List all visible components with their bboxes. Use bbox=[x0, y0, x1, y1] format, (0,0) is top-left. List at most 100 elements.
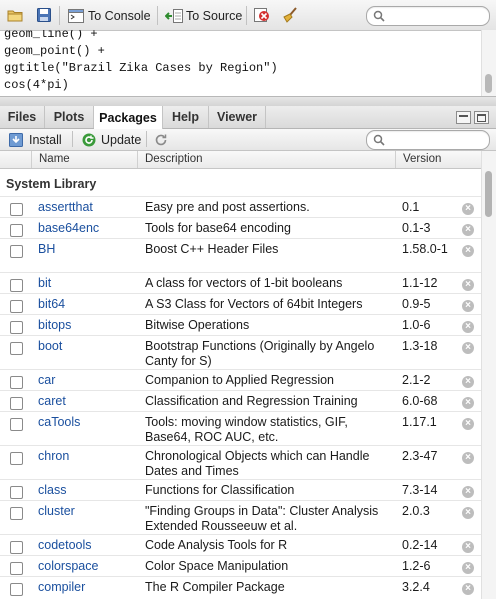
package-load-checkbox[interactable] bbox=[10, 224, 23, 237]
remove-package-icon[interactable]: × bbox=[462, 397, 474, 409]
package-load-checkbox[interactable] bbox=[10, 507, 23, 520]
package-load-checkbox[interactable] bbox=[10, 583, 23, 596]
tab-plots[interactable]: Plots bbox=[45, 106, 94, 128]
broom-clear-icon[interactable] bbox=[282, 7, 298, 23]
package-version: 0.2‑14 bbox=[402, 538, 438, 552]
refresh-icon[interactable] bbox=[153, 132, 169, 148]
history-search-input[interactable] bbox=[389, 8, 488, 24]
install-button[interactable]: Install bbox=[9, 131, 62, 148]
package-load-checkbox[interactable] bbox=[10, 321, 23, 334]
package-name-link[interactable]: bit64 bbox=[38, 297, 65, 311]
packages-search-input[interactable] bbox=[389, 132, 488, 148]
toolbar-separator bbox=[72, 131, 73, 147]
package-name-link[interactable]: chron bbox=[38, 449, 69, 463]
to-console-label: To Console bbox=[88, 8, 151, 23]
remove-package-icon[interactable]: × bbox=[462, 245, 474, 257]
history-scroll-thumb[interactable] bbox=[485, 74, 492, 93]
package-name-link[interactable]: assertthat bbox=[38, 200, 93, 214]
package-name-link[interactable]: bitops bbox=[38, 318, 71, 332]
history-entry[interactable]: geom_point() + bbox=[4, 44, 105, 58]
save-icon[interactable] bbox=[36, 7, 52, 23]
package-name-link[interactable]: bit bbox=[38, 276, 51, 290]
remove-package-icon[interactable]: × bbox=[462, 452, 474, 464]
package-name-link[interactable]: compiler bbox=[38, 580, 85, 594]
remove-package-icon[interactable]: × bbox=[462, 342, 474, 354]
update-label: Update bbox=[101, 132, 142, 147]
tab-help[interactable]: Help bbox=[163, 106, 209, 128]
history-scrollbar[interactable] bbox=[481, 30, 496, 96]
package-name-link[interactable]: car bbox=[38, 373, 55, 387]
package-name-link[interactable]: colorspace bbox=[38, 559, 98, 573]
history-entry[interactable]: ggtitle("Brazil Zika Cases by Region") bbox=[4, 61, 278, 75]
package-description: Code Analysis Tools for R bbox=[145, 538, 288, 552]
package-name-link[interactable]: class bbox=[38, 483, 66, 497]
package-load-checkbox[interactable] bbox=[10, 397, 23, 410]
column-description[interactable]: Description bbox=[137, 151, 395, 168]
package-load-checkbox[interactable] bbox=[10, 376, 23, 389]
update-icon bbox=[82, 133, 96, 146]
remove-package-icon[interactable]: × bbox=[462, 321, 474, 333]
package-load-checkbox[interactable] bbox=[10, 452, 23, 465]
section-header: System Library bbox=[6, 177, 97, 191]
to-source-icon bbox=[165, 8, 183, 23]
package-row: car Companion to Applied Regression 2.1‑2 × bbox=[0, 369, 482, 391]
package-version: 3.2.4 bbox=[402, 580, 430, 594]
remove-package-icon[interactable]: × bbox=[462, 224, 474, 236]
package-version: 7.3‑14 bbox=[402, 483, 438, 497]
history-entry[interactable]: geom_line() + bbox=[4, 30, 98, 41]
tab-viewer[interactable]: Viewer bbox=[209, 106, 266, 128]
packages-scrollbar[interactable] bbox=[481, 151, 496, 599]
package-name-link[interactable]: boot bbox=[38, 339, 62, 353]
packages-search-box[interactable] bbox=[366, 130, 490, 150]
to-console-button[interactable]: To Console bbox=[68, 7, 151, 24]
update-button[interactable]: Update bbox=[82, 131, 141, 148]
remove-package-icon[interactable]: × bbox=[462, 376, 474, 388]
package-name-link[interactable]: caTools bbox=[38, 415, 80, 429]
column-version[interactable]: Version bbox=[395, 151, 461, 168]
package-load-checkbox[interactable] bbox=[10, 203, 23, 216]
package-load-checkbox[interactable] bbox=[10, 300, 23, 313]
package-load-checkbox[interactable] bbox=[10, 342, 23, 355]
package-row: BH Boost C++ Header Files 1.58.0‑1 × bbox=[0, 238, 482, 273]
tab-packages[interactable]: Packages bbox=[94, 106, 163, 129]
column-select bbox=[0, 151, 29, 168]
package-load-checkbox[interactable] bbox=[10, 486, 23, 499]
history-search-box[interactable] bbox=[366, 6, 490, 26]
remove-package-icon[interactable]: × bbox=[462, 507, 474, 519]
package-version: 2.0.3 bbox=[402, 504, 430, 518]
remove-package-icon[interactable]: × bbox=[462, 300, 474, 312]
to-source-button[interactable]: To Source bbox=[165, 7, 242, 24]
package-name-link[interactable]: cluster bbox=[38, 504, 75, 518]
remove-package-icon[interactable]: × bbox=[462, 203, 474, 215]
minimize-pane-icon[interactable] bbox=[456, 111, 471, 124]
package-name-link[interactable]: codetools bbox=[38, 538, 92, 552]
package-name-link[interactable]: caret bbox=[38, 394, 66, 408]
package-load-checkbox[interactable] bbox=[10, 541, 23, 554]
packages-scroll-thumb[interactable] bbox=[485, 171, 492, 217]
remove-package-icon[interactable]: × bbox=[462, 279, 474, 291]
remove-package-icon[interactable]: × bbox=[462, 418, 474, 430]
open-folder-icon[interactable] bbox=[7, 7, 23, 23]
package-load-checkbox[interactable] bbox=[10, 279, 23, 292]
package-load-checkbox[interactable] bbox=[10, 245, 23, 258]
package-description: A S3 Class for Vectors of 64bit Integers bbox=[145, 297, 363, 311]
package-load-checkbox[interactable] bbox=[10, 562, 23, 575]
remove-package-icon[interactable]: × bbox=[462, 486, 474, 498]
package-load-checkbox[interactable] bbox=[10, 418, 23, 431]
package-version: 1.58.0‑1 bbox=[402, 242, 448, 256]
package-row: bitops Bitwise Operations 1.0‑6 × bbox=[0, 314, 482, 336]
remove-entry-icon[interactable] bbox=[254, 7, 270, 23]
package-name-link[interactable]: BH bbox=[38, 242, 55, 256]
tab-files[interactable]: Files bbox=[0, 106, 45, 128]
install-icon bbox=[9, 132, 23, 147]
package-description: Bitwise Operations bbox=[145, 318, 250, 332]
history-entry[interactable]: cos(4*pi) bbox=[4, 78, 69, 92]
maximize-pane-icon[interactable] bbox=[474, 111, 489, 124]
column-name[interactable]: Name bbox=[31, 151, 139, 168]
package-name-link[interactable]: base64enc bbox=[38, 221, 99, 235]
package-description: The R Compiler Package bbox=[145, 580, 285, 594]
remove-package-icon[interactable]: × bbox=[462, 562, 474, 574]
remove-package-icon[interactable]: × bbox=[462, 541, 474, 553]
to-source-label: To Source bbox=[186, 8, 243, 23]
remove-package-icon[interactable]: × bbox=[462, 583, 474, 595]
